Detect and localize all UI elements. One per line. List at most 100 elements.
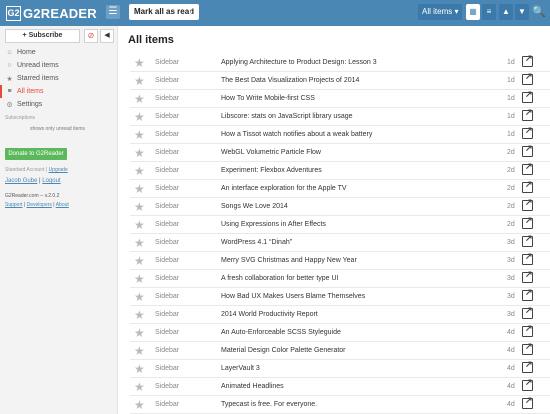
open-external-icon[interactable]: [522, 287, 533, 301]
item-title[interactable]: An interface exploration for the Apple T…: [221, 180, 347, 198]
list-item[interactable]: ★ Sidebar Material Design Color Palette Ge…: [130, 341, 550, 360]
star-icon[interactable]: ★: [134, 397, 145, 413]
star-icon[interactable]: ★: [134, 325, 145, 341]
star-icon[interactable]: ★: [134, 163, 145, 179]
collapse-sidebar-icon[interactable]: ◀: [100, 29, 114, 43]
open-external-icon[interactable]: [522, 125, 533, 139]
list-item[interactable]: ★ Sidebar How a Tissot watch notifies abou…: [130, 125, 550, 144]
open-external-icon[interactable]: [522, 251, 533, 265]
list-item[interactable]: ★ Sidebar Experiment: Flexbox Adventures 2d: [130, 161, 550, 180]
item-title[interactable]: Typecast is free. For everyone.: [221, 396, 317, 414]
open-external-icon[interactable]: [522, 161, 533, 175]
star-icon[interactable]: ★: [134, 145, 145, 161]
item-title[interactable]: WordPress 4.1 “Dinah”: [221, 234, 292, 252]
open-external-icon[interactable]: [522, 359, 533, 373]
star-icon[interactable]: ★: [134, 307, 145, 323]
item-title[interactable]: Libscore: stats on JavaScript library us…: [221, 108, 353, 126]
item-title[interactable]: 2014 World Productivity Report: [221, 306, 318, 324]
item-title[interactable]: How Bad UX Makes Users Blame Themselves: [221, 288, 365, 306]
item-title[interactable]: Applying Architecture to Product Design:…: [221, 54, 377, 72]
open-external-icon[interactable]: [522, 233, 533, 247]
star-icon[interactable]: ★: [134, 109, 145, 125]
star-icon[interactable]: ★: [134, 343, 145, 359]
open-external-icon[interactable]: [522, 107, 533, 121]
star-icon[interactable]: ★: [134, 271, 145, 287]
item-title[interactable]: LayerVault 3: [221, 360, 260, 378]
item-title[interactable]: Merry SVG Christmas and Happy New Year: [221, 252, 357, 270]
star-icon[interactable]: ★: [134, 217, 145, 233]
list-item[interactable]: ★ Sidebar The Best Data Visualization Proj…: [130, 71, 550, 90]
open-external-icon[interactable]: [522, 53, 533, 67]
list-item[interactable]: ★ Sidebar Using Expressions in After Effec…: [130, 215, 550, 234]
star-icon[interactable]: ★: [134, 91, 145, 107]
star-icon[interactable]: ★: [134, 73, 145, 89]
open-external-icon[interactable]: [522, 269, 533, 283]
list-item[interactable]: ★ Sidebar Applying Architecture to Product…: [130, 53, 550, 72]
previous-item-icon[interactable]: ▲: [499, 4, 513, 20]
star-icon[interactable]: ★: [134, 199, 145, 215]
about-link[interactable]: About: [56, 202, 69, 208]
sidebar-item-settings[interactable]: ⚙ Settings: [0, 98, 117, 111]
list-item[interactable]: ★ Sidebar 2014 World Productivity Report 3d: [130, 305, 550, 324]
developers-link[interactable]: Developers: [27, 202, 52, 208]
open-external-icon[interactable]: [522, 71, 533, 85]
sidebar-item-all[interactable]: ≡ All items: [0, 85, 117, 98]
list-item[interactable]: ★ Sidebar Songs We Love 2014 2d: [130, 197, 550, 216]
star-icon[interactable]: ★: [134, 379, 145, 395]
list-item[interactable]: ★ Sidebar How To Write Mobile-first CSS 1d: [130, 89, 550, 108]
upgrade-link[interactable]: Upgrade: [49, 167, 68, 173]
list-item[interactable]: ★ Sidebar Libscore: stats on JavaScript li…: [130, 107, 550, 126]
next-item-icon[interactable]: ▼: [515, 4, 529, 20]
menu-button[interactable]: ☰: [106, 5, 120, 19]
star-icon[interactable]: ★: [134, 361, 145, 377]
list-item[interactable]: ★ Sidebar Animated Headlines 4d: [130, 377, 550, 396]
user-name-link[interactable]: Jacob Gube: [5, 178, 37, 184]
open-external-icon[interactable]: [522, 143, 533, 157]
sidebar-item-starred[interactable]: ★ Starred items: [0, 72, 117, 85]
list-item[interactable]: ★ Sidebar A fresh collaboration for better…: [130, 269, 550, 288]
list-item[interactable]: ★ Sidebar WordPress 4.1 “Dinah” 3d: [130, 233, 550, 252]
item-title[interactable]: How To Write Mobile-first CSS: [221, 90, 315, 108]
open-external-icon[interactable]: [522, 179, 533, 193]
star-icon[interactable]: ★: [134, 55, 145, 71]
item-title[interactable]: Using Expressions in After Effects: [221, 216, 326, 234]
list-item[interactable]: ★ Sidebar Merry SVG Christmas and Happy Ne…: [130, 251, 550, 270]
star-icon[interactable]: ★: [134, 235, 145, 251]
open-external-icon[interactable]: [522, 377, 533, 391]
refresh-icon[interactable]: ⟳: [187, 4, 201, 20]
logout-link[interactable]: Logout: [42, 178, 60, 184]
item-title[interactable]: Material Design Color Palette Generator: [221, 342, 346, 360]
list-view-icon[interactable]: ≡: [482, 4, 496, 20]
support-link[interactable]: Support: [5, 202, 23, 208]
open-external-icon[interactable]: [522, 323, 533, 337]
star-icon[interactable]: ★: [134, 289, 145, 305]
list-item[interactable]: ★ Sidebar LayerVault 3 4d: [130, 359, 550, 378]
star-icon[interactable]: ★: [134, 181, 145, 197]
app-logo[interactable]: G2 G2READER: [6, 4, 97, 22]
open-external-icon[interactable]: [522, 341, 533, 355]
open-external-icon[interactable]: [522, 215, 533, 229]
open-external-icon[interactable]: [522, 197, 533, 211]
item-title[interactable]: Experiment: Flexbox Adventures: [221, 162, 322, 180]
item-title[interactable]: How a Tissot watch notifies about a weak…: [221, 126, 372, 144]
sidebar-item-home[interactable]: ⌂ Home: [0, 46, 117, 59]
star-icon[interactable]: ★: [134, 253, 145, 269]
filter-dropdown[interactable]: All items ▾: [418, 4, 463, 20]
list-item[interactable]: ★ Sidebar Typecast is free. For everyone. 4…: [130, 395, 550, 414]
open-external-icon[interactable]: [522, 305, 533, 319]
list-item[interactable]: ★ Sidebar WebGL Volumetric Particle Flow 2d: [130, 143, 550, 162]
subscribe-button[interactable]: + Subscribe: [5, 29, 80, 43]
item-title[interactable]: A fresh collaboration for better type UI: [221, 270, 339, 288]
item-title[interactable]: An Auto-Enforceable SCSS Styleguide: [221, 324, 341, 342]
item-title[interactable]: The Best Data Visualization Projects of …: [221, 72, 359, 90]
sidebar-item-unread[interactable]: ○ Unread items: [0, 59, 117, 72]
star-icon[interactable]: ★: [134, 127, 145, 143]
donate-button[interactable]: Donate to G2Reader: [5, 148, 67, 160]
list-item[interactable]: ★ Sidebar An interface exploration for the…: [130, 179, 550, 198]
item-title[interactable]: Animated Headlines: [221, 378, 284, 396]
sync-icon[interactable]: ⊘: [84, 29, 98, 43]
item-title[interactable]: WebGL Volumetric Particle Flow: [221, 144, 321, 162]
search-icon[interactable]: 🔍: [532, 4, 546, 20]
list-item[interactable]: ★ Sidebar An Auto-Enforceable SCSS Stylegu…: [130, 323, 550, 342]
open-external-icon[interactable]: [522, 89, 533, 103]
